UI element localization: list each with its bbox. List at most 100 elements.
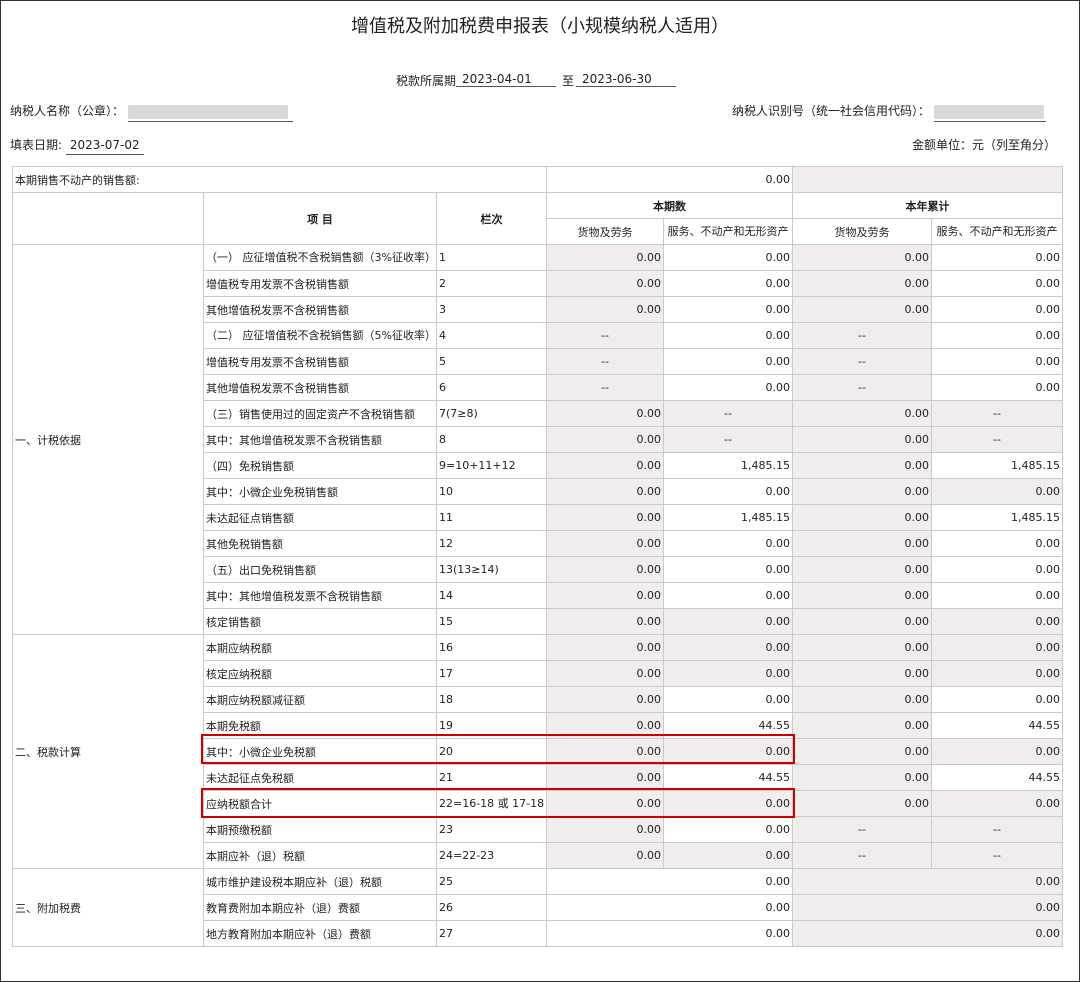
row-current-services[interactable]: 0.00 xyxy=(663,296,794,323)
row-col-number: 18 xyxy=(435,686,548,713)
row-label: 核定应纳税额 xyxy=(203,660,437,687)
row-current-goods: 0.00 xyxy=(546,452,665,479)
row-current-goods: 0.00 xyxy=(546,712,665,739)
row-current-services[interactable]: 44.55 xyxy=(663,764,794,791)
row-current-services[interactable]: 1,485.15 xyxy=(663,452,794,479)
row-current-services[interactable]: 0.00 xyxy=(663,556,794,583)
period-end-field[interactable]: 2023-06-30 xyxy=(576,72,676,87)
header-ytd-goods: 货物及劳务 xyxy=(792,218,933,245)
row-ytd-goods: 0.00 xyxy=(792,738,933,765)
taxpayer-id-field[interactable] xyxy=(933,104,1046,122)
row-label: 未达起征点销售额 xyxy=(203,504,437,531)
row-current-goods: -- xyxy=(546,322,665,349)
row-ytd-services: 0.00 xyxy=(931,478,1064,505)
row-current-services[interactable]: 0.00 xyxy=(663,582,794,609)
row-current-services: 0.00 xyxy=(663,608,794,635)
row-current-goods: 0.00 xyxy=(546,764,665,791)
row-ytd-services: 0.00 xyxy=(931,348,1064,375)
row-ytd-services: 1,485.15 xyxy=(931,504,1064,531)
row-ytd-services: 44.55 xyxy=(931,764,1064,791)
row-col-number: 4 xyxy=(435,322,548,349)
row-current-goods: 0.00 xyxy=(546,738,665,765)
row-label: 本期免税额 xyxy=(203,712,437,739)
row-current-services: 0.00 xyxy=(663,790,794,817)
row-col-number: 26 xyxy=(435,894,548,921)
row-label: （三）销售使用过的固定资产不含税销售额 xyxy=(203,400,437,427)
row-current-value[interactable]: 0.00 xyxy=(546,868,794,895)
row-current-services[interactable]: 0.00 xyxy=(663,244,794,271)
row-label: 本期预缴税额 xyxy=(203,816,437,843)
row-label: 其他增值税发票不含税销售额 xyxy=(203,374,437,401)
period-to-label: 至 xyxy=(562,74,575,88)
row-col-number: 19 xyxy=(435,712,548,739)
row-current-value[interactable]: 0.00 xyxy=(546,920,794,947)
row-label: 本期应纳税额减征额 xyxy=(203,686,437,713)
row-current-goods: 0.00 xyxy=(546,608,665,635)
row-ytd-goods: 0.00 xyxy=(792,530,933,557)
row-ytd-goods: 0.00 xyxy=(792,400,933,427)
row-ytd-services: 44.55 xyxy=(931,712,1064,739)
row-ytd-goods: 0.00 xyxy=(792,426,933,453)
row-current-services: -- xyxy=(663,426,794,453)
row-ytd-goods: -- xyxy=(792,816,933,843)
row-current-services[interactable]: 0.00 xyxy=(663,322,794,349)
row-current-goods: 0.00 xyxy=(546,478,665,505)
taxpayer-name-label: 纳税人名称（公章）： xyxy=(10,104,125,118)
row-current-services[interactable]: 1,485.15 xyxy=(663,504,794,531)
row-ytd-services: -- xyxy=(931,816,1064,843)
row-ytd-services: 0.00 xyxy=(931,634,1064,661)
row-current-goods: 0.00 xyxy=(546,582,665,609)
row-current-services: 0.00 xyxy=(663,842,794,869)
row-ytd-services: -- xyxy=(931,426,1064,453)
row-label: （五）出口免税销售额 xyxy=(203,556,437,583)
row-ytd-goods: 0.00 xyxy=(792,790,933,817)
group-tax-basis: 一、计税依据 xyxy=(12,244,204,635)
row-col-number: 8 xyxy=(435,426,548,453)
row-col-number: 24=22-23 xyxy=(435,842,548,869)
row-label: 其中：其他增值税发票不含税销售额 xyxy=(203,426,437,453)
row-current-goods: -- xyxy=(546,348,665,375)
amount-unit: 金额单位：元（列至角分） xyxy=(911,138,1056,152)
row-label: 城市维护建设税本期应补（退）税额 xyxy=(203,868,437,895)
taxpayer-name-field[interactable] xyxy=(127,104,293,122)
row-current-value[interactable]: 0.00 xyxy=(546,894,794,921)
row-ytd-goods: 0.00 xyxy=(792,660,933,687)
header-current-services: 服务、不动产和无形资产 xyxy=(663,218,794,245)
row-current-services[interactable]: 0.00 xyxy=(663,686,794,713)
row-current-services[interactable]: 0.00 xyxy=(663,816,794,843)
row-ytd-services: 0.00 xyxy=(931,660,1064,687)
table-row: 二、税款计算 本期应纳税额 16 0.00 0.00 0.00 0.00 xyxy=(12,634,1064,869)
row-col-number: 2 xyxy=(435,270,548,297)
row-current-services[interactable]: 44.55 xyxy=(663,712,794,739)
row-current-services[interactable]: 0.00 xyxy=(663,348,794,375)
row-ytd-goods: 0.00 xyxy=(792,244,933,271)
property-sales-row: 本期销售不动产的销售额: 0.00 xyxy=(11,166,1064,193)
table-row: 一、计税依据 （一） 应征增值税不含税销售额（3%征收率） 1 0.00 0.00 0.0… xyxy=(12,244,1064,635)
row-ytd-goods: -- xyxy=(792,374,933,401)
group-surcharges: 三、附加税费 xyxy=(12,868,204,947)
row-current-services[interactable]: 0.00 xyxy=(663,374,794,401)
row-current-services[interactable]: 0.00 xyxy=(663,270,794,297)
row-ytd-services: 1,485.15 xyxy=(931,452,1064,479)
fill-date-field[interactable]: 2023-07-02 xyxy=(65,138,144,155)
row-label: 增值税专用发票不含税销售额 xyxy=(203,348,437,375)
taxpayer-name: 纳税人名称（公章）： xyxy=(10,102,293,122)
row-col-number: 9=10+11+12 xyxy=(435,452,548,479)
row-ytd-services: 0.00 xyxy=(931,582,1064,609)
row-col-number: 12 xyxy=(435,530,548,557)
row-current-goods: 0.00 xyxy=(546,686,665,713)
row-current-goods: 0.00 xyxy=(546,816,665,843)
row-label: 核定销售额 xyxy=(203,608,437,635)
row-col-number: 16 xyxy=(435,634,548,661)
row-ytd-goods: 0.00 xyxy=(792,478,933,505)
row-current-goods: 0.00 xyxy=(546,296,665,323)
row-current-services[interactable]: 0.00 xyxy=(663,530,794,557)
row-ytd-services: -- xyxy=(931,400,1064,427)
property-sales-value[interactable]: 0.00 xyxy=(546,166,794,193)
row-current-services[interactable]: 0.00 xyxy=(663,478,794,505)
row-col-number: 23 xyxy=(435,816,548,843)
page-title: 增值税及附加税费申报表（小规模纳税人适用） xyxy=(351,16,729,37)
row-current-services: 0.00 xyxy=(663,660,794,687)
row-col-number: 25 xyxy=(435,868,548,895)
period-start-field[interactable]: 2023-04-01 xyxy=(456,72,556,87)
